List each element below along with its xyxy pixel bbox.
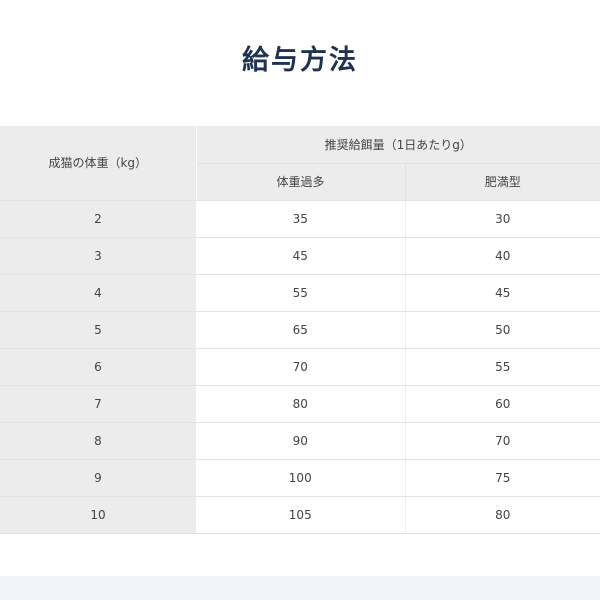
overweight-cell: 90 (196, 422, 406, 460)
weight-cell: 3 (0, 237, 196, 275)
overweight-cell: 55 (196, 274, 406, 312)
table-row: 4 55 45 (0, 274, 600, 312)
page: 給与方法 成猫の体重（kg） 推奨給餌量（1日あたりg） 体重過多 肥満型 23… (0, 0, 600, 600)
weight-cell: 5 (0, 311, 196, 349)
page-title: 給与方法 (242, 45, 358, 76)
obese-cell: 50 (405, 311, 600, 349)
table-row: 6 70 55 (0, 348, 600, 386)
table-row: 8 90 70 (0, 422, 600, 460)
footer-band (0, 576, 600, 600)
obese-cell: 30 (405, 200, 600, 238)
weight-cell: 10 (0, 496, 196, 534)
weight-cell: 4 (0, 274, 196, 312)
overweight-cell: 100 (196, 459, 406, 497)
overweight-cell: 105 (196, 496, 406, 534)
weight-cell: 7 (0, 385, 196, 423)
obese-cell: 80 (405, 496, 600, 534)
header-obese: 肥満型 (405, 162, 600, 201)
feeding-table: 成猫の体重（kg） 推奨給餌量（1日あたりg） 体重過多 肥満型 2 35 30 3 4… (0, 126, 600, 534)
header-cat-weight: 成猫の体重（kg） (0, 126, 197, 201)
header-overweight: 体重過多 (196, 162, 406, 201)
table-row: 9 100 75 (0, 459, 600, 497)
overweight-cell: 35 (196, 200, 406, 238)
obese-cell: 75 (405, 459, 600, 497)
table-row: 5 65 50 (0, 311, 600, 349)
obese-cell: 40 (405, 237, 600, 275)
obese-cell: 45 (405, 274, 600, 312)
obese-cell: 55 (405, 348, 600, 386)
overweight-cell: 80 (196, 385, 406, 423)
weight-cell: 9 (0, 459, 196, 497)
obese-cell: 60 (405, 385, 600, 423)
table-row: 10 105 80 (0, 496, 600, 534)
obese-cell: 70 (405, 422, 600, 460)
table-body: 2 35 30 3 45 40 4 55 45 5 65 50 6 70 55 7 80 60 8 90 70 9 100 7… (0, 200, 600, 534)
header-recommended-amount: 推奨給餌量（1日あたりg） (196, 126, 600, 164)
overweight-cell: 70 (196, 348, 406, 386)
table-row: 3 45 40 (0, 237, 600, 275)
weight-cell: 6 (0, 348, 196, 386)
table-row: 2 35 30 (0, 200, 600, 238)
weight-cell: 8 (0, 422, 196, 460)
overweight-cell: 65 (196, 311, 406, 349)
overweight-cell: 45 (196, 237, 406, 275)
weight-cell: 2 (0, 200, 196, 238)
table-row: 7 80 60 (0, 385, 600, 423)
